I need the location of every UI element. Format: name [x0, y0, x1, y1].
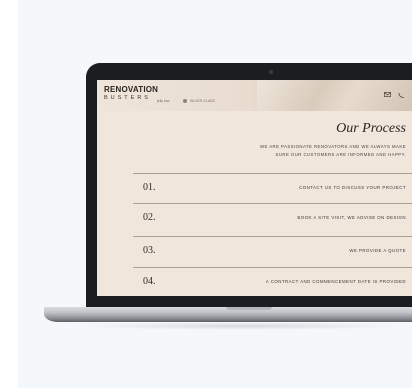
step-number: 03. — [143, 245, 156, 256]
process-step: 01. CONTACT US TO DISCUSS YOUR PROJECT — [133, 173, 412, 203]
intro-line-2: SURE OUR CUSTOMERS ARE INFORMED AND HAPP… — [275, 152, 406, 157]
brand-logo[interactable]: RENOVATION — [104, 85, 158, 94]
process-step: 04. A CONTRACT AND COMMENCEMENT DATE IS … — [133, 267, 412, 296]
brand-logo-sub: BUSTERS — [104, 95, 151, 101]
partner-logo-silverglass: SILVER GLASS — [190, 99, 215, 103]
step-text: WE PROVIDE A QUOTE — [349, 248, 406, 253]
step-text: BOOK A SITE VISIT, WE ADVISE ON DESIGN — [297, 215, 406, 220]
process-step: 03. WE PROVIDE A QUOTE — [133, 236, 412, 267]
partner-logo-mark — [183, 99, 187, 103]
step-number: 01. — [143, 182, 156, 193]
intro-text: WE ARE PASSIONATE RENOVATORS AND WE ALWA… — [260, 143, 406, 159]
site-header: RENOVATION BUSTERS jelly bac SILVER GLAS… — [97, 80, 412, 111]
laptop-screen: RENOVATION BUSTERS jelly bac SILVER GLAS… — [97, 80, 412, 296]
phone-icon[interactable] — [398, 92, 405, 100]
laptop-shadow — [70, 322, 412, 330]
step-text: CONTACT US TO DISCUSS YOUR PROJECT — [299, 185, 406, 190]
laptop-base-notch — [226, 307, 272, 310]
intro-line-1: WE ARE PASSIONATE RENOVATORS AND WE ALWA… — [259, 144, 406, 149]
process-step: 02. BOOK A SITE VISIT, WE ADVISE ON DESI… — [133, 203, 412, 236]
process-steps: 01. CONTACT US TO DISCUSS YOUR PROJECT 0… — [133, 173, 412, 296]
step-number: 02. — [143, 212, 156, 223]
mail-icon[interactable] — [384, 92, 391, 99]
page-title: Our Process — [336, 121, 406, 136]
step-number: 04. — [143, 276, 156, 287]
step-text: A CONTRACT AND COMMENCEMENT DATE IS PROV… — [265, 279, 406, 284]
webcam — [269, 70, 273, 74]
partner-logo-jellybac: jelly bac — [157, 99, 170, 103]
